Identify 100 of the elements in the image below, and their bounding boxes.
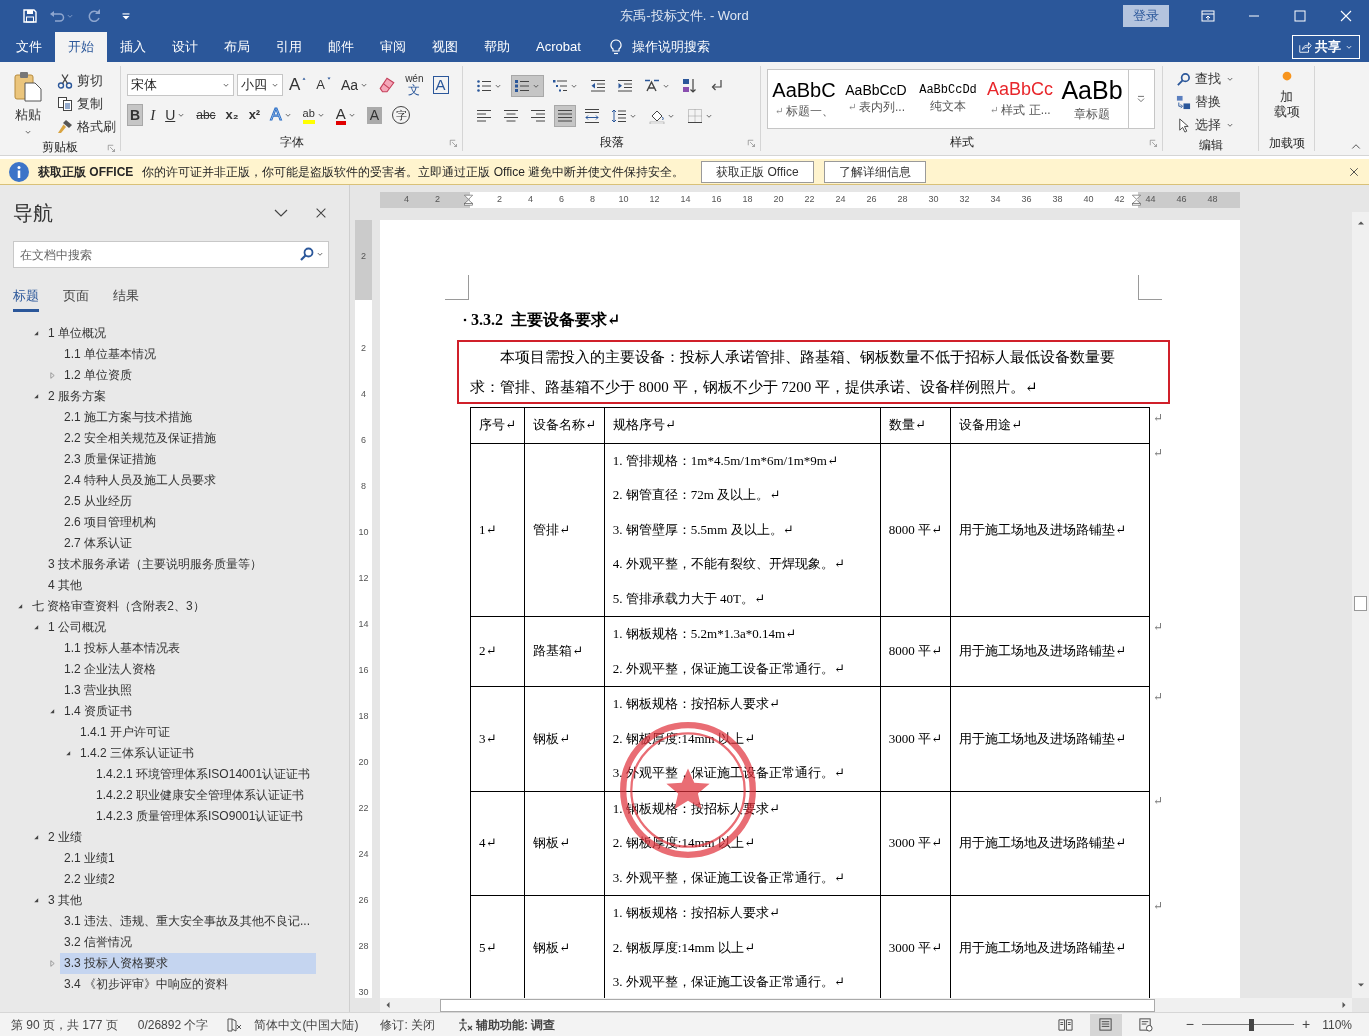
indent-marker-icon[interactable] (463, 192, 474, 208)
font-size-field[interactable]: 小四 (237, 74, 283, 96)
scroll-thumb[interactable] (440, 998, 1155, 1012)
nav-heading[interactable]: 1.3 营业执照 (60, 680, 316, 701)
style-item[interactable]: AaBb 章标题 (1056, 70, 1128, 128)
print-layout-button[interactable] (1089, 1013, 1122, 1036)
nav-heading[interactable]: 1.4.2.2 职业健康安全管理体系认证证书 (92, 785, 316, 806)
nav-heading[interactable]: 3.2 信誉情况 (60, 932, 316, 953)
slider-thumb[interactable] (1248, 1018, 1254, 1031)
nav-heading[interactable]: 2.5 从业经历 (60, 491, 316, 512)
style-item[interactable]: AaBbCc 样式 正... (984, 70, 1056, 128)
nav-heading[interactable]: 2 服务方案 (44, 386, 316, 407)
ribbon-tab[interactable]: 视图 (419, 32, 471, 62)
nav-heading[interactable]: 2 业绩 (44, 827, 316, 848)
nav-heading[interactable]: 2.7 体系认证 (60, 533, 316, 554)
nav-heading[interactable]: 1 公司概况 (44, 617, 316, 638)
scroll-thumb[interactable] (1354, 596, 1367, 611)
format-painter-button[interactable]: 格式刷 (54, 116, 119, 138)
highlight-button[interactable]: ab (299, 104, 329, 126)
nav-heading[interactable]: 2.1 施工方案与技术措施 (60, 407, 316, 428)
ribbon-tab[interactable]: 邮件 (315, 32, 367, 62)
pane-tab[interactable]: 页面 (63, 284, 89, 312)
nav-heading[interactable]: 4 其他 (44, 575, 316, 596)
underline-button[interactable]: U (162, 104, 190, 126)
ribbon-tab[interactable]: 引用 (263, 32, 315, 62)
ribbon-tab[interactable]: 布局 (211, 32, 263, 62)
track-changes[interactable]: 修订: 关闭 (380, 1015, 436, 1034)
indent-marker-icon[interactable] (1131, 192, 1142, 208)
info-button[interactable]: 获取正版 Office (701, 160, 814, 183)
nav-heading[interactable]: 1.2 单位资质 (60, 365, 316, 386)
search-field[interactable]: 在文档中搜索 (13, 241, 329, 268)
search-icon[interactable] (299, 246, 315, 262)
replace-button[interactable]: 替换 (1173, 91, 1258, 113)
nav-heading[interactable]: 3.4 《初步评审》中响应的资料 (60, 974, 316, 995)
subscript-button[interactable]: x₂ (222, 104, 242, 126)
zoom-out-button[interactable]: − (1183, 1014, 1196, 1035)
nav-heading[interactable]: 3.1 违法、违规、重大安全事故及其他不良记... (60, 911, 316, 932)
nav-heading[interactable]: 3 技术服务承诺（主要说明服务质量等） (44, 554, 316, 575)
ribbon-tab[interactable]: Acrobat (523, 32, 594, 62)
ribbon-tab[interactable]: 审阅 (367, 32, 419, 62)
nav-heading[interactable]: 2.4 特种人员及施工人员要求 (60, 470, 316, 491)
style-item[interactable]: AaBbCcD 表内列... (840, 70, 912, 128)
nav-heading[interactable]: 2.6 项目管理机构 (60, 512, 316, 533)
nav-heading[interactable]: 七 资格审查资料（含附表2、3） (28, 596, 316, 617)
nav-heading[interactable]: 1.1 单位基本情况 (60, 344, 316, 365)
ribbon-tab[interactable]: 文件 (3, 32, 55, 62)
bold-button[interactable]: B (127, 104, 144, 126)
ribbon-tab[interactable]: 插入 (107, 32, 159, 62)
grow-font-button[interactable]: A (286, 74, 311, 96)
font-color-button[interactable]: A (332, 104, 360, 126)
pane-tab[interactable]: 结果 (113, 284, 139, 312)
nav-heading[interactable]: 2.3 质量保证措施 (60, 449, 316, 470)
nav-heading[interactable]: 3 其他 (44, 890, 316, 911)
pane-tab[interactable]: 标题 (13, 284, 39, 312)
nav-heading[interactable]: 1 单位概况 (44, 323, 316, 344)
strikethrough-button[interactable]: abc (193, 104, 219, 126)
accessibility-status[interactable]: 辅助功能: 调查 (476, 1015, 556, 1034)
sign-in-button[interactable]: 登录 (1123, 5, 1169, 27)
nav-heading[interactable]: 3.3 投标人资格要求 (60, 953, 316, 974)
ribbon-tab[interactable]: 设计 (159, 32, 211, 62)
nav-heading[interactable]: 2.2 业绩2 (60, 869, 316, 890)
proofing-icon[interactable] (226, 1016, 243, 1033)
zoom-level[interactable]: 110% (1322, 1015, 1352, 1034)
nav-heading[interactable]: 2.1 业绩1 (60, 848, 316, 869)
justify-button[interactable] (554, 105, 576, 127)
page-count[interactable]: 第 90 页，共 177 页 (11, 1015, 118, 1034)
cut-button[interactable]: 剪切 (54, 70, 119, 92)
nav-heading[interactable]: 1.4.2 三体系认证证书 (76, 743, 316, 764)
nav-heading[interactable]: 1.4 资质证书 (60, 701, 316, 722)
share-button[interactable]: 共享 (1292, 35, 1360, 59)
ribbon-tab[interactable]: 帮助 (471, 32, 523, 62)
style-item[interactable]: AaBbC 标题一、 (768, 70, 840, 128)
zoom-in-button[interactable]: + (1300, 1014, 1313, 1035)
paste-button[interactable]: 粘贴 (8, 70, 48, 136)
shrink-font-button[interactable]: A (313, 74, 335, 96)
italic-button[interactable]: I (147, 104, 159, 126)
nav-heading[interactable]: 1.1 投标人基本情况表 (60, 638, 316, 659)
section-heading: 3.3.2 主要设备要求↵ (471, 310, 621, 330)
font-name-field[interactable]: 宋体 (127, 74, 234, 96)
nav-heading[interactable]: 1.2 企业法人资格 (60, 659, 316, 680)
accessibility-icon[interactable] (457, 1016, 474, 1033)
nav-heading[interactable]: 2.2 安全相关规范及保证措施 (60, 428, 316, 449)
tell-me-search[interactable]: 操作说明搜索 (631, 37, 710, 57)
select-button[interactable]: 选择 (1173, 114, 1258, 136)
end-of-row-mark: ↵ (1149, 791, 1164, 896)
nav-heading[interactable]: 1.4.2.1 环境管理体系ISO14001认证证书 (92, 764, 316, 785)
copy-button[interactable]: 复制 (54, 93, 119, 115)
phonetic-guide-button[interactable]: wén 文 (402, 74, 427, 96)
ribbon-tab[interactable]: 开始 (55, 32, 107, 62)
find-button[interactable]: 查找 (1173, 68, 1258, 90)
nav-heading[interactable]: 1.4.1 开户许可证 (76, 722, 316, 743)
numbering-button[interactable] (511, 75, 544, 97)
word-count[interactable]: 0/26892 个字 (137, 1015, 209, 1034)
table-cell: 用于施工场地及进场路铺垫↵ (950, 616, 1150, 687)
change-case-button[interactable]: Aa (338, 74, 373, 96)
style-item[interactable]: AaBbCcDd 纯文本 (912, 70, 984, 128)
nav-heading[interactable]: 1.4.2.3 质量管理体系ISO9001认证证书 (92, 806, 316, 827)
add-ins-button[interactable]: 加 载项 (1264, 68, 1309, 134)
info-button[interactable]: 了解详细信息 (823, 160, 926, 183)
superscript-button[interactable]: x² (245, 104, 264, 126)
